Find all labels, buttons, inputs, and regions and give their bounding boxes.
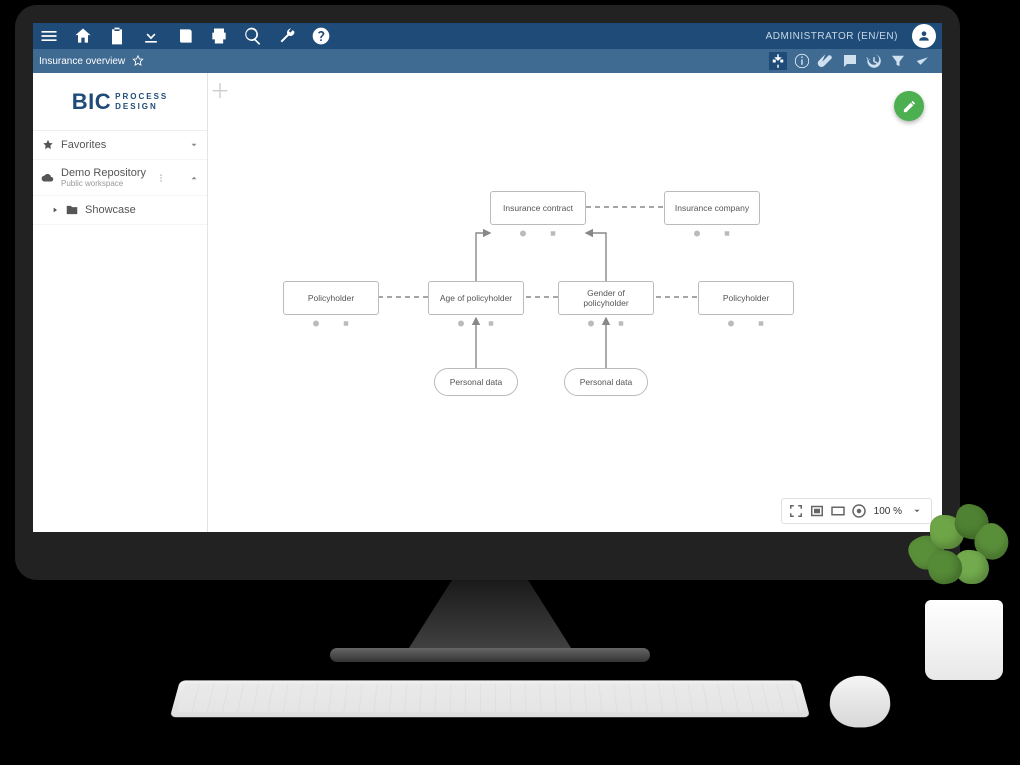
avatar-icon[interactable] (912, 24, 936, 48)
more-icon[interactable] (156, 173, 166, 183)
brand-logo: BIC PROCESSDESIGN (33, 73, 207, 131)
sidebar-repo[interactable]: Demo Repository Public workspace (33, 160, 207, 196)
chevron-up-icon (189, 173, 199, 183)
sidebar-showcase[interactable]: Showcase (33, 196, 207, 225)
node-insurance-company[interactable]: Insurance company (664, 191, 760, 225)
sidebar-item-sublabel: Public workspace (61, 179, 146, 188)
sidebar-item-label: Favorites (61, 139, 106, 151)
sidebar: BIC PROCESSDESIGN Favorites Demo Reposit… (33, 73, 208, 532)
wrench-icon[interactable] (277, 26, 297, 46)
fit-page-icon[interactable] (808, 502, 826, 520)
info-icon[interactable] (793, 52, 811, 70)
home-icon[interactable] (73, 26, 93, 46)
fit-width-icon[interactable] (829, 502, 847, 520)
node-policyholder-right[interactable]: Policyholder (698, 281, 794, 315)
comment-icon[interactable] (841, 52, 859, 70)
filter-icon[interactable] (889, 52, 907, 70)
node-gender[interactable]: Gender of policyholder (558, 281, 654, 315)
keyboard (170, 680, 810, 717)
monitor-base (330, 648, 650, 662)
mouse (828, 676, 892, 728)
sidebar-item-label: Showcase (85, 204, 136, 216)
center-icon[interactable] (850, 502, 868, 520)
history-icon[interactable] (865, 52, 883, 70)
hamburger-icon[interactable] (39, 26, 59, 46)
node-policyholder-left[interactable]: Policyholder (283, 281, 379, 315)
search-icon[interactable] (243, 26, 263, 46)
node-personal-data-left[interactable]: Personal data (434, 368, 518, 396)
monitor-stand (395, 580, 585, 655)
download-icon[interactable] (141, 26, 161, 46)
book-icon[interactable] (175, 26, 195, 46)
node-personal-data-right[interactable]: Personal data (564, 368, 648, 396)
favorite-star-icon[interactable] (131, 54, 145, 68)
star-icon (41, 138, 55, 152)
cloud-icon (41, 171, 55, 185)
node-age[interactable]: Age of policyholder (428, 281, 524, 315)
main-toolbar: ADMINISTRATOR (EN/EN) (33, 23, 942, 49)
user-label: ADMINISTRATOR (EN/EN) (766, 31, 898, 42)
plant (905, 500, 1020, 680)
node-insurance-contract[interactable]: Insurance contract (490, 191, 586, 225)
attachment-icon[interactable] (817, 52, 835, 70)
clipboard-icon[interactable] (107, 26, 127, 46)
diagram-canvas[interactable]: ＋ Insurance contract Insurance company (208, 73, 942, 532)
fullscreen-icon[interactable] (787, 502, 805, 520)
folder-icon (65, 203, 79, 217)
sidebar-item-label: Demo Repository (61, 167, 146, 179)
chevron-down-icon (189, 140, 199, 150)
print-icon[interactable] (209, 26, 229, 46)
edit-fab[interactable] (894, 91, 924, 121)
app-viewport: ADMINISTRATOR (EN/EN) Insurance overview… (33, 23, 942, 532)
breadcrumb-bar: Insurance overview (33, 49, 942, 73)
add-icon[interactable]: ＋ (210, 75, 230, 104)
caret-right-icon (51, 206, 59, 214)
help-icon[interactable] (311, 26, 331, 46)
hierarchy-icon[interactable] (769, 52, 787, 70)
check-icon[interactable] (913, 52, 931, 70)
breadcrumb-title: Insurance overview (33, 56, 131, 67)
monitor-frame: ADMINISTRATOR (EN/EN) Insurance overview… (15, 5, 960, 580)
sidebar-favorites[interactable]: Favorites (33, 131, 207, 160)
